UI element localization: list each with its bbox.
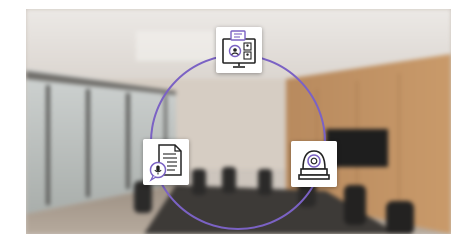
video-conference-icon	[222, 30, 256, 68]
transcript-tile	[143, 139, 189, 185]
camera-tile	[291, 141, 337, 187]
document-with-microphone-icon	[149, 144, 182, 182]
ptz-camera-icon	[298, 150, 330, 180]
page	[0, 0, 475, 240]
video-conference-tile	[216, 27, 262, 73]
conference-room-image	[26, 9, 451, 234]
